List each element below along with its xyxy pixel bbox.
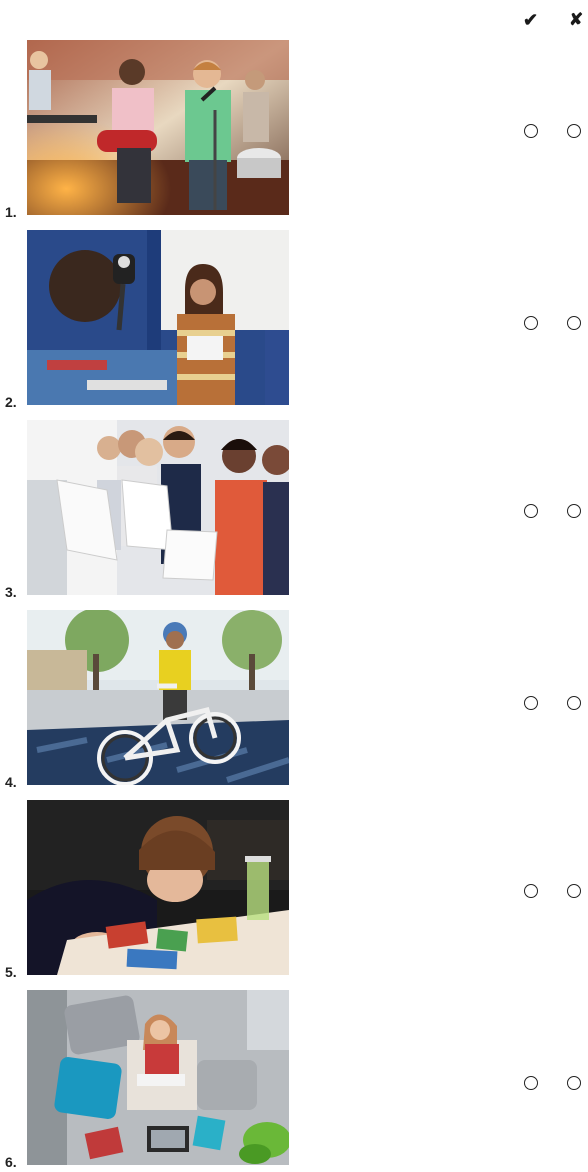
- item-1-true-radio[interactable]: [524, 124, 538, 138]
- item-6-false-radio[interactable]: [567, 1076, 581, 1090]
- item-number: 5.: [5, 964, 17, 980]
- item-number: 1.: [5, 204, 17, 220]
- item-number: 3.: [5, 584, 17, 600]
- cross-icon: ✘: [569, 10, 584, 29]
- band-performing-photo: [27, 40, 289, 215]
- item-2-true-radio[interactable]: [524, 316, 538, 330]
- exercise-item-4: 4.: [0, 610, 588, 792]
- item-1-false-radio[interactable]: [567, 124, 581, 138]
- item-5-false-radio[interactable]: [567, 884, 581, 898]
- item-number: 4.: [5, 774, 17, 790]
- item-5-true-radio[interactable]: [524, 884, 538, 898]
- girl-filmed-reading-photo: [27, 230, 289, 405]
- item-3-true-radio[interactable]: [524, 504, 538, 518]
- boy-making-collage-photo: [27, 800, 289, 975]
- item-3-false-radio[interactable]: [567, 504, 581, 518]
- item-6-true-radio[interactable]: [524, 1076, 538, 1090]
- exercise-item-2: 2.: [0, 230, 588, 412]
- item-2-false-radio[interactable]: [567, 316, 581, 330]
- exercise-item-1: 1.: [0, 40, 588, 222]
- answer-column-header: ✔ ✘: [520, 10, 588, 32]
- item-4-true-radio[interactable]: [524, 696, 538, 710]
- item-number: 2.: [5, 394, 17, 410]
- check-icon: ✔: [523, 10, 539, 30]
- choir-singing-photo: [27, 420, 289, 595]
- exercise-item-5: 5.: [0, 800, 588, 982]
- item-4-false-radio[interactable]: [567, 696, 581, 710]
- girl-reading-on-floor-photo: [27, 990, 289, 1165]
- exercise-item-3: 3.: [0, 420, 588, 602]
- boy-riding-bike-photo: [27, 610, 289, 785]
- item-number: 6.: [5, 1154, 17, 1170]
- exercise-item-6: 6.: [0, 990, 588, 1172]
